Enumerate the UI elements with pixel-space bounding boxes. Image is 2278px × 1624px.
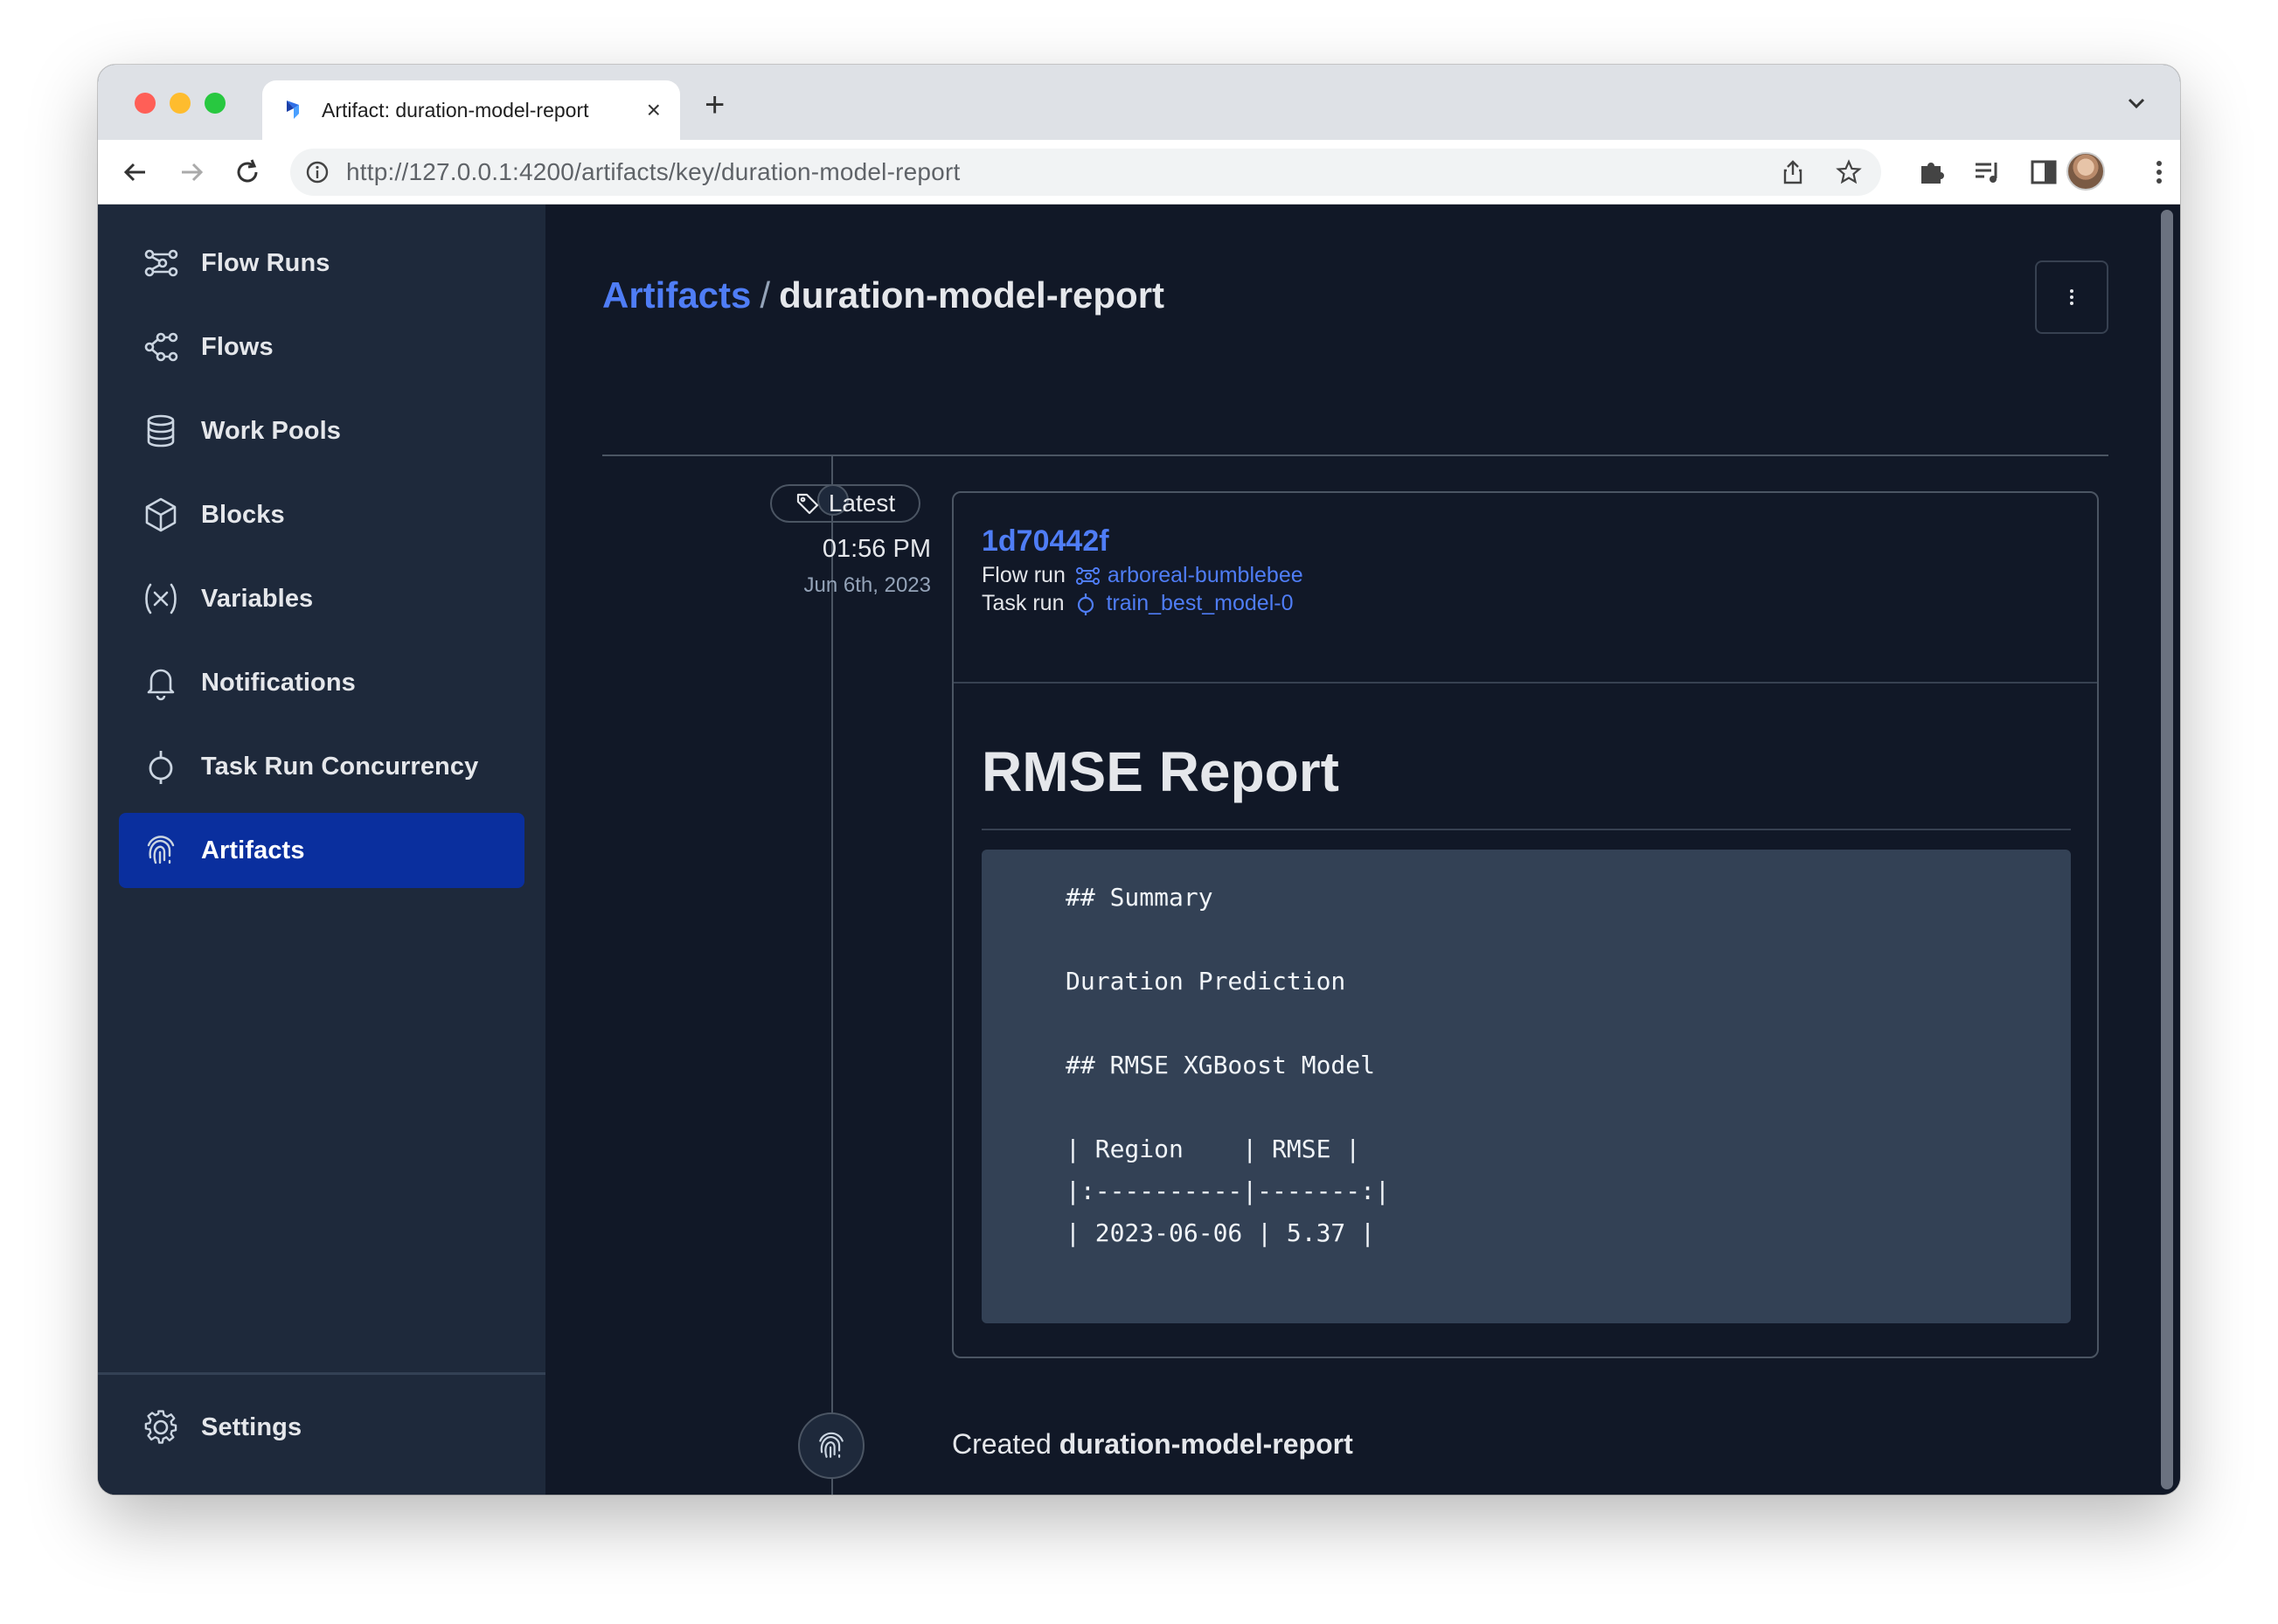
report-title-rule: [982, 829, 2071, 830]
sidebar-item-task-run-concurrency[interactable]: Task Run Concurrency: [119, 729, 524, 804]
sidebar-item-work-pools[interactable]: Work Pools: [119, 393, 524, 468]
breadcrumb-separator: /: [760, 274, 771, 316]
created-prefix: Created: [952, 1428, 1052, 1460]
media-playlist-icon[interactable]: [1972, 156, 2004, 189]
new-tab-button[interactable]: +: [705, 87, 725, 122]
sidebar-item-label: Work Pools: [201, 416, 341, 445]
sidebar: Flow Runs Flows Work Pools Blocks Variab…: [98, 205, 545, 1495]
code-line: | Region | RMSE |: [1066, 1135, 1361, 1163]
tag-icon: [795, 491, 820, 516]
latest-tag-badge: Latest: [770, 484, 920, 523]
prefect-logo-icon: [281, 98, 306, 122]
artifact-time: 01:56 PM: [822, 535, 931, 563]
report-title: RMSE Report: [982, 740, 1339, 803]
browser-toolbar: http://127.0.0.1:4200/artifacts/key/dura…: [98, 140, 2180, 205]
kebab-menu-icon: [2068, 287, 2075, 308]
reload-icon[interactable]: [231, 156, 264, 189]
sidebar-item-label: Artifacts: [201, 836, 305, 864]
flow-run-link[interactable]: arboreal-bumblebee: [1108, 563, 1303, 588]
gear-icon: [142, 1408, 180, 1447]
task-run-row: Task run train_best_model-0: [982, 591, 1294, 616]
profile-avatar[interactable]: [2066, 152, 2105, 191]
forward-arrow-icon[interactable]: [175, 156, 208, 189]
main-content: Artifacts / duration-model-report Latest 0…: [545, 205, 2163, 1495]
sidebar-item-label: Notifications: [201, 668, 356, 697]
tab-title: Artifact: duration-model-report: [322, 98, 589, 121]
browser-window: Artifact: duration-model-report × + http…: [98, 65, 2180, 1495]
maximize-window-button[interactable]: [205, 93, 226, 114]
fingerprint-icon: [814, 1428, 849, 1463]
artifact-id-link[interactable]: 1d70442f: [982, 524, 1109, 559]
sidebar-item-label: Flows: [201, 332, 274, 361]
task-run-icon: [1073, 593, 1099, 615]
artifact-date: Jun 6th, 2023: [803, 573, 931, 597]
timeline-line: [831, 456, 833, 1495]
tag-label: Latest: [828, 489, 896, 517]
tab-search-chevron-icon[interactable]: [2124, 94, 2149, 112]
created-event-text: Created duration-model-report: [952, 1428, 1353, 1461]
breadcrumb-current: duration-model-report: [779, 274, 1165, 316]
sidebar-item-label: Variables: [201, 584, 314, 613]
sidebar-divider: [98, 1372, 545, 1375]
site-info-icon[interactable]: [304, 159, 330, 185]
task-run-link[interactable]: train_best_model-0: [1106, 591, 1293, 616]
sidebar-item-blocks[interactable]: Blocks: [119, 477, 524, 552]
code-line: Duration Prediction: [1066, 967, 1346, 996]
sidebar-item-notifications[interactable]: Notifications: [119, 645, 524, 720]
address-bar[interactable]: http://127.0.0.1:4200/artifacts/key/dura…: [290, 149, 1881, 196]
code-line: ## RMSE XGBoost Model: [1066, 1051, 1376, 1079]
artifact-card-header: 1d70442f Flow run arboreal-bumblebee Tas…: [954, 493, 2097, 684]
fingerprint-icon: [142, 831, 180, 870]
more-actions-button[interactable]: [2035, 260, 2108, 334]
database-icon: [142, 412, 180, 450]
task-run-label: Task run: [982, 591, 1065, 615]
minimize-window-button[interactable]: [170, 93, 191, 114]
code-line: ## Summary: [1066, 883, 1213, 912]
page-title: Artifacts / duration-model-report: [602, 274, 1164, 316]
browser-tab[interactable]: Artifact: duration-model-report ×: [262, 80, 680, 140]
task-run-icon: [142, 747, 180, 786]
sidebar-item-flow-runs[interactable]: Flow Runs: [119, 226, 524, 301]
flow-runs-icon: [1074, 565, 1101, 587]
report-code-block: ## Summary Duration Prediction ## RMSE X…: [982, 850, 2071, 1323]
share-icon[interactable]: [1780, 159, 1806, 185]
settings-label: Settings: [201, 1412, 302, 1441]
tab-close-icon[interactable]: ×: [647, 98, 661, 122]
flow-runs-icon: [142, 244, 180, 282]
sidebar-item-settings[interactable]: Settings: [119, 1390, 524, 1465]
sidebar-item-label: Task Run Concurrency: [201, 752, 479, 781]
app-root: Flow Runs Flows Work Pools Blocks Variab…: [98, 205, 2180, 1495]
artifact-timeline: Latest 01:56 PM Jun 6th, 2023 1d70442f F…: [602, 456, 2180, 1495]
sidebar-item-artifacts[interactable]: Artifacts: [119, 813, 524, 888]
sidebar-item-flows[interactable]: Flows: [119, 309, 524, 385]
variable-icon: [142, 580, 180, 618]
flows-icon: [142, 328, 180, 366]
bell-icon: [142, 663, 180, 702]
side-panel-icon[interactable]: [2028, 156, 2059, 189]
cube-icon: [142, 496, 180, 534]
created-event-icon: [798, 1412, 865, 1479]
back-arrow-icon[interactable]: [119, 156, 152, 189]
sidebar-item-variables[interactable]: Variables: [119, 561, 524, 636]
bookmark-star-icon[interactable]: [1836, 159, 1862, 185]
sidebar-item-label: Blocks: [201, 500, 285, 529]
tab-strip: Artifact: duration-model-report × +: [98, 65, 2180, 140]
code-line: |:----------|-------:|: [1066, 1176, 1390, 1205]
page-scrollbar[interactable]: [2161, 210, 2173, 1489]
close-window-button[interactable]: [135, 93, 156, 114]
browser-menu-icon[interactable]: [2143, 156, 2175, 189]
breadcrumb-artifacts-link[interactable]: Artifacts: [602, 274, 751, 316]
code-line: | 2023-06-06 | 5.37 |: [1066, 1218, 1376, 1247]
flow-run-label: Flow run: [982, 563, 1066, 587]
extensions-puzzle-icon[interactable]: [1916, 156, 1948, 189]
url-text: http://127.0.0.1:4200/artifacts/key/dura…: [346, 158, 961, 185]
created-artifact-name: duration-model-report: [1059, 1428, 1353, 1460]
artifact-card: 1d70442f Flow run arboreal-bumblebee Tas…: [952, 491, 2099, 1358]
sidebar-item-label: Flow Runs: [201, 248, 330, 277]
flow-run-row: Flow run arboreal-bumblebee: [982, 563, 1303, 588]
